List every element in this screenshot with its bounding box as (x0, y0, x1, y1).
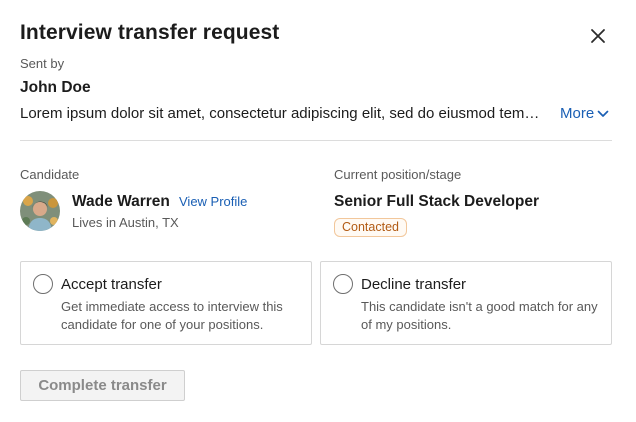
complete-transfer-button[interactable]: Complete transfer (20, 370, 185, 401)
status-badge: Contacted (334, 218, 407, 237)
avatar (20, 191, 60, 231)
decline-option-description: This candidate isn't a good match for an… (361, 299, 598, 332)
sender-name: John Doe (20, 79, 91, 96)
accept-radio[interactable] (33, 274, 53, 294)
transfer-message: Lorem ipsum dolor sit amet, consectetur … (20, 105, 546, 122)
decline-radio[interactable] (333, 274, 353, 294)
accept-transfer-option[interactable]: Accept transfer Get immediate access to … (20, 261, 312, 345)
interview-transfer-modal: Interview transfer request Sent by John … (0, 0, 636, 422)
close-button[interactable] (586, 24, 610, 48)
more-label: More (560, 105, 595, 122)
close-icon (591, 29, 605, 43)
candidate-location: Lives in Austin, TX (72, 215, 179, 230)
divider (20, 140, 612, 141)
view-profile-link[interactable]: View Profile (179, 194, 247, 209)
chevron-down-icon (597, 110, 609, 117)
accept-option-description: Get immediate access to interview this c… (61, 299, 283, 332)
candidate-name: Wade Warren (72, 193, 170, 210)
sent-by-label: Sent by (20, 56, 65, 71)
decline-option-title: Decline transfer (361, 276, 467, 293)
more-button[interactable]: More (560, 105, 610, 122)
candidate-section-label: Candidate (20, 167, 80, 182)
modal-title: Interview transfer request (20, 21, 280, 44)
accept-option-title: Accept transfer (61, 276, 162, 293)
decline-transfer-option[interactable]: Decline transfer This candidate isn't a … (320, 261, 612, 345)
position-title: Senior Full Stack Developer (334, 193, 540, 210)
position-section-label: Current position/stage (334, 167, 462, 182)
